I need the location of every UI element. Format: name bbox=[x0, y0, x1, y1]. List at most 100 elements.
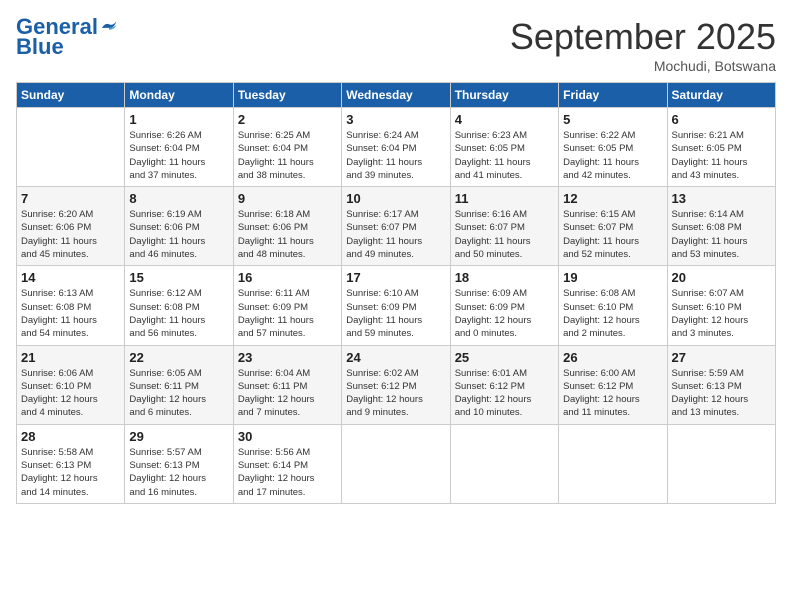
cell-day-info: Sunrise: 6:15 AM Sunset: 6:07 PM Dayligh… bbox=[563, 208, 662, 261]
calendar-cell: 20 Sunrise: 6:07 AM Sunset: 6:10 PM Dayli… bbox=[667, 266, 775, 345]
cell-day-info: Sunrise: 6:25 AM Sunset: 6:04 PM Dayligh… bbox=[238, 129, 337, 182]
cell-day-number: 30 bbox=[238, 429, 337, 444]
cell-day-info: Sunrise: 6:04 AM Sunset: 6:11 PM Dayligh… bbox=[238, 367, 337, 420]
calendar-cell: 18 Sunrise: 6:09 AM Sunset: 6:09 PM Dayli… bbox=[450, 266, 558, 345]
calendar-cell: 28 Sunrise: 5:58 AM Sunset: 6:13 PM Dayli… bbox=[17, 424, 125, 503]
cell-day-number: 4 bbox=[455, 112, 554, 127]
cell-day-info: Sunrise: 5:57 AM Sunset: 6:13 PM Dayligh… bbox=[129, 446, 228, 499]
header-sunday: Sunday bbox=[17, 83, 125, 108]
calendar-cell: 10 Sunrise: 6:17 AM Sunset: 6:07 PM Dayli… bbox=[342, 187, 450, 266]
calendar-week-row: 21 Sunrise: 6:06 AM Sunset: 6:10 PM Dayli… bbox=[17, 345, 776, 424]
logo-blue: Blue bbox=[16, 34, 64, 59]
cell-day-number: 21 bbox=[21, 350, 120, 365]
cell-day-number: 13 bbox=[672, 191, 771, 206]
calendar-cell bbox=[450, 424, 558, 503]
cell-day-info: Sunrise: 6:20 AM Sunset: 6:06 PM Dayligh… bbox=[21, 208, 120, 261]
cell-day-info: Sunrise: 6:06 AM Sunset: 6:10 PM Dayligh… bbox=[21, 367, 120, 420]
calendar-cell bbox=[342, 424, 450, 503]
cell-day-info: Sunrise: 5:58 AM Sunset: 6:13 PM Dayligh… bbox=[21, 446, 120, 499]
cell-day-info: Sunrise: 6:26 AM Sunset: 6:04 PM Dayligh… bbox=[129, 129, 228, 182]
calendar-cell: 19 Sunrise: 6:08 AM Sunset: 6:10 PM Dayli… bbox=[559, 266, 667, 345]
calendar-week-row: 28 Sunrise: 5:58 AM Sunset: 6:13 PM Dayli… bbox=[17, 424, 776, 503]
calendar-cell: 25Sunrise: 6:01 AM Sunset: 6:12 PM Dayli… bbox=[450, 345, 558, 424]
calendar-cell: 29 Sunrise: 5:57 AM Sunset: 6:13 PM Dayli… bbox=[125, 424, 233, 503]
cell-day-number: 6 bbox=[672, 112, 771, 127]
calendar-cell bbox=[667, 424, 775, 503]
cell-day-number: 3 bbox=[346, 112, 445, 127]
cell-day-info: Sunrise: 6:05 AM Sunset: 6:11 PM Dayligh… bbox=[129, 367, 228, 420]
calendar-cell: 15 Sunrise: 6:12 AM Sunset: 6:08 PM Dayli… bbox=[125, 266, 233, 345]
cell-day-number: 15 bbox=[129, 270, 228, 285]
month-title: September 2025 bbox=[510, 16, 776, 58]
cell-day-info: Sunrise: 6:19 AM Sunset: 6:06 PM Dayligh… bbox=[129, 208, 228, 261]
cell-day-info: Sunrise: 6:11 AM Sunset: 6:09 PM Dayligh… bbox=[238, 287, 337, 340]
calendar-cell: 30 Sunrise: 5:56 AM Sunset: 6:14 PM Dayli… bbox=[233, 424, 341, 503]
calendar-cell bbox=[559, 424, 667, 503]
cell-day-number: 27 bbox=[672, 350, 771, 365]
cell-day-number: 14 bbox=[21, 270, 120, 285]
calendar-cell: 13Sunrise: 6:14 AM Sunset: 6:08 PM Dayli… bbox=[667, 187, 775, 266]
cell-day-info: Sunrise: 6:10 AM Sunset: 6:09 PM Dayligh… bbox=[346, 287, 445, 340]
cell-day-number: 2 bbox=[238, 112, 337, 127]
calendar-cell: 9 Sunrise: 6:18 AM Sunset: 6:06 PM Daylig… bbox=[233, 187, 341, 266]
calendar-cell: 21 Sunrise: 6:06 AM Sunset: 6:10 PM Dayli… bbox=[17, 345, 125, 424]
cell-day-info: Sunrise: 6:17 AM Sunset: 6:07 PM Dayligh… bbox=[346, 208, 445, 261]
cell-day-number: 25 bbox=[455, 350, 554, 365]
calendar-cell: 12 Sunrise: 6:15 AM Sunset: 6:07 PM Dayli… bbox=[559, 187, 667, 266]
calendar-cell: 8 Sunrise: 6:19 AM Sunset: 6:06 PM Daylig… bbox=[125, 187, 233, 266]
cell-day-info: Sunrise: 6:09 AM Sunset: 6:09 PM Dayligh… bbox=[455, 287, 554, 340]
cell-day-info: Sunrise: 5:56 AM Sunset: 6:14 PM Dayligh… bbox=[238, 446, 337, 499]
cell-day-number: 12 bbox=[563, 191, 662, 206]
header-thursday: Thursday bbox=[450, 83, 558, 108]
cell-day-number: 22 bbox=[129, 350, 228, 365]
cell-day-info: Sunrise: 6:07 AM Sunset: 6:10 PM Dayligh… bbox=[672, 287, 771, 340]
cell-day-info: Sunrise: 6:08 AM Sunset: 6:10 PM Dayligh… bbox=[563, 287, 662, 340]
cell-day-info: Sunrise: 6:24 AM Sunset: 6:04 PM Dayligh… bbox=[346, 129, 445, 182]
cell-day-info: Sunrise: 6:13 AM Sunset: 6:08 PM Dayligh… bbox=[21, 287, 120, 340]
calendar-cell: 17 Sunrise: 6:10 AM Sunset: 6:09 PM Dayli… bbox=[342, 266, 450, 345]
cell-day-number: 10 bbox=[346, 191, 445, 206]
cell-day-info: Sunrise: 6:18 AM Sunset: 6:06 PM Dayligh… bbox=[238, 208, 337, 261]
cell-day-number: 20 bbox=[672, 270, 771, 285]
header-monday: Monday bbox=[125, 83, 233, 108]
title-block: September 2025 Mochudi, Botswana bbox=[510, 16, 776, 74]
calendar-cell: 24 Sunrise: 6:02 AM Sunset: 6:12 PM Dayli… bbox=[342, 345, 450, 424]
location: Mochudi, Botswana bbox=[510, 58, 776, 74]
cell-day-number: 1 bbox=[129, 112, 228, 127]
calendar-cell: 5Sunrise: 6:22 AM Sunset: 6:05 PM Daylig… bbox=[559, 108, 667, 187]
logo: General Blue bbox=[16, 16, 118, 59]
cell-day-info: Sunrise: 6:12 AM Sunset: 6:08 PM Dayligh… bbox=[129, 287, 228, 340]
calendar-cell: 11Sunrise: 6:16 AM Sunset: 6:07 PM Dayli… bbox=[450, 187, 558, 266]
cell-day-number: 17 bbox=[346, 270, 445, 285]
calendar-cell: 2 Sunrise: 6:25 AM Sunset: 6:04 PM Daylig… bbox=[233, 108, 341, 187]
calendar-cell bbox=[17, 108, 125, 187]
cell-day-number: 19 bbox=[563, 270, 662, 285]
cell-day-number: 18 bbox=[455, 270, 554, 285]
cell-day-info: Sunrise: 6:02 AM Sunset: 6:12 PM Dayligh… bbox=[346, 367, 445, 420]
cell-day-number: 8 bbox=[129, 191, 228, 206]
calendar-cell: 27 Sunrise: 5:59 AM Sunset: 6:13 PM Dayli… bbox=[667, 345, 775, 424]
calendar-cell: 23 Sunrise: 6:04 AM Sunset: 6:11 PM Dayli… bbox=[233, 345, 341, 424]
calendar-cell: 4 Sunrise: 6:23 AM Sunset: 6:05 PM Daylig… bbox=[450, 108, 558, 187]
calendar-cell: 16 Sunrise: 6:11 AM Sunset: 6:09 PM Dayli… bbox=[233, 266, 341, 345]
calendar-cell: 1 Sunrise: 6:26 AM Sunset: 6:04 PM Daylig… bbox=[125, 108, 233, 187]
calendar-table: SundayMondayTuesdayWednesdayThursdayFrid… bbox=[16, 82, 776, 504]
cell-day-info: Sunrise: 6:16 AM Sunset: 6:07 PM Dayligh… bbox=[455, 208, 554, 261]
cell-day-number: 16 bbox=[238, 270, 337, 285]
cell-day-info: Sunrise: 5:59 AM Sunset: 6:13 PM Dayligh… bbox=[672, 367, 771, 420]
cell-day-number: 28 bbox=[21, 429, 120, 444]
calendar-cell: 22 Sunrise: 6:05 AM Sunset: 6:11 PM Dayli… bbox=[125, 345, 233, 424]
cell-day-number: 29 bbox=[129, 429, 228, 444]
cell-day-number: 23 bbox=[238, 350, 337, 365]
cell-day-info: Sunrise: 6:21 AM Sunset: 6:05 PM Dayligh… bbox=[672, 129, 771, 182]
calendar-cell: 14 Sunrise: 6:13 AM Sunset: 6:08 PM Dayli… bbox=[17, 266, 125, 345]
calendar-cell: 26Sunrise: 6:00 AM Sunset: 6:12 PM Dayli… bbox=[559, 345, 667, 424]
calendar-week-row: 14 Sunrise: 6:13 AM Sunset: 6:08 PM Dayli… bbox=[17, 266, 776, 345]
page-header: General Blue September 2025 Mochudi, Bot… bbox=[16, 16, 776, 74]
header-saturday: Saturday bbox=[667, 83, 775, 108]
calendar-header-row: SundayMondayTuesdayWednesdayThursdayFrid… bbox=[17, 83, 776, 108]
cell-day-number: 24 bbox=[346, 350, 445, 365]
cell-day-info: Sunrise: 6:23 AM Sunset: 6:05 PM Dayligh… bbox=[455, 129, 554, 182]
cell-day-number: 9 bbox=[238, 191, 337, 206]
cell-day-info: Sunrise: 6:00 AM Sunset: 6:12 PM Dayligh… bbox=[563, 367, 662, 420]
